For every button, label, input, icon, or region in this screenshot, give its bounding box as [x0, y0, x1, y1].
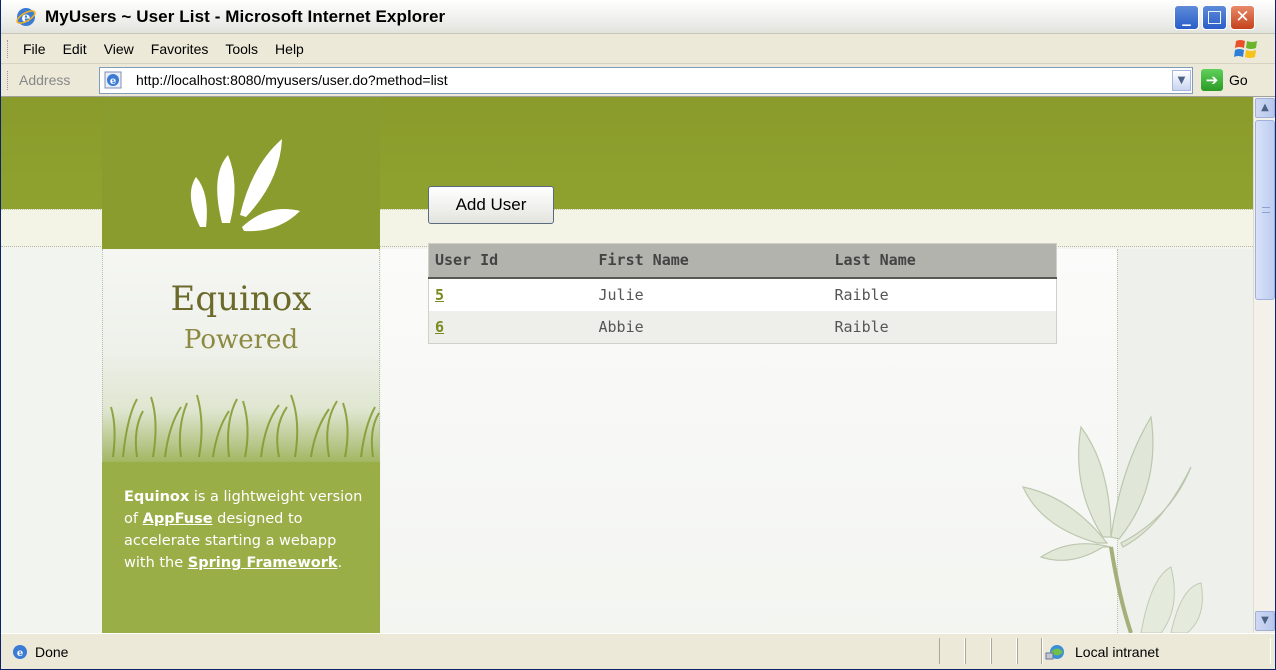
browser-window: e MyUsers ~ User List - Microsoft Intern… [0, 0, 1276, 670]
brand-subtitle: Powered [183, 325, 299, 355]
address-input[interactable]: e http://localhost:8080/myusers/user.do?… [99, 67, 1193, 94]
status-pane [1017, 638, 1043, 664]
spring-framework-link[interactable]: Spring Framework [188, 555, 338, 571]
maximize-icon: □ [1206, 7, 1223, 27]
table-row: 6 Abbie Raible [428, 310, 1057, 344]
address-bar: Address e http://localhost:8080/myusers/… [1, 64, 1275, 97]
leaf-logo-icon [190, 139, 300, 232]
ie-logo-icon: e [16, 8, 36, 26]
minimize-icon: _ [1182, 7, 1191, 27]
address-label: Address [19, 72, 71, 88]
appfuse-link[interactable]: AppFuse [143, 511, 213, 527]
vertical-scrollbar[interactable]: ▲ ▼ [1253, 97, 1275, 633]
chevron-down-icon[interactable]: ▼ [1172, 70, 1191, 91]
column-header-last-name[interactable]: Last Name [828, 243, 1057, 279]
logo-block [102, 97, 380, 249]
page-icon: e [104, 71, 122, 89]
description-panel: Equinox is a lightweight version of AppF… [102, 462, 380, 633]
local-intranet-icon [1045, 645, 1064, 660]
last-name-cell: Raible [828, 310, 1057, 344]
scroll-down-icon[interactable]: ▼ [1255, 611, 1275, 631]
thumb-grip [1262, 207, 1270, 213]
toolbar-grip[interactable] [7, 40, 10, 58]
go-arrow-icon: ➔ [1201, 69, 1223, 91]
menu-tools[interactable]: Tools [225, 41, 258, 57]
table-header-row: User Id First Name Last Name [428, 243, 1057, 279]
last-name-cell: Raible [828, 277, 1057, 311]
grass-illustration [110, 394, 380, 458]
menu-view[interactable]: View [104, 41, 134, 57]
page-viewport: Equinox Powered Equinox is a lightweight… [1, 97, 1275, 633]
menu-help[interactable]: Help [275, 41, 304, 57]
page-done-icon: e [13, 645, 27, 659]
desc-text: . [337, 555, 343, 571]
menu-favorites[interactable]: Favorites [151, 41, 209, 57]
toolbar-grip[interactable] [7, 71, 10, 90]
table-row: 5 Julie Raible [428, 277, 1057, 311]
svg-text:e: e [17, 648, 23, 659]
user-id-cell: 6 [428, 310, 593, 344]
go-label: Go [1229, 72, 1248, 88]
minimize-button[interactable]: _ [1174, 5, 1199, 30]
window-title: MyUsers ~ User List - Microsoft Internet… [45, 7, 446, 26]
status-text: Done [35, 644, 69, 660]
scroll-up-icon[interactable]: ▲ [1255, 98, 1275, 118]
zone-text: Local intranet [1075, 644, 1160, 660]
brand-panel: Equinox Powered [102, 249, 380, 479]
title-bar[interactable]: e MyUsers ~ User List - Microsoft Intern… [1, 0, 1275, 34]
users-table: User Id First Name Last Name 5 Julie Rai… [428, 243, 1057, 344]
brand-title: Equinox [170, 279, 312, 319]
maximize-button[interactable]: □ [1202, 5, 1227, 30]
menu-bar: File Edit View Favorites Tools Help [1, 34, 1275, 64]
user-id-cell: 5 [428, 277, 593, 311]
desc-brand: Equinox [124, 489, 190, 505]
lotus-flower-illustration [1021, 415, 1203, 633]
close-button[interactable]: ✕ [1230, 5, 1255, 30]
close-icon: ✕ [1235, 7, 1250, 27]
user-id-link[interactable]: 6 [435, 318, 444, 336]
first-name-cell: Julie [592, 277, 829, 311]
left-column: Equinox Powered Equinox is a lightweight… [102, 97, 380, 633]
menu-file[interactable]: File [23, 41, 46, 57]
column-header-first-name[interactable]: First Name [592, 243, 829, 279]
windows-flag-icon [1234, 40, 1257, 58]
first-name-cell: Abbie [592, 310, 829, 344]
status-pane [965, 638, 991, 664]
address-url: http://localhost:8080/myusers/user.do?me… [136, 72, 448, 88]
menu-edit[interactable]: Edit [63, 41, 87, 57]
status-bar: e Done Local intranet [1, 633, 1275, 669]
description-text: Equinox is a lightweight version of AppF… [124, 486, 364, 574]
go-button[interactable]: ➔ Go [1201, 69, 1261, 93]
user-id-link[interactable]: 5 [435, 286, 444, 304]
svg-text:e: e [110, 76, 116, 87]
column-header-user-id[interactable]: User Id [428, 243, 593, 279]
status-pane [939, 638, 965, 664]
scroll-thumb[interactable] [1255, 120, 1275, 300]
add-user-button[interactable]: Add User [428, 186, 554, 224]
status-pane [991, 638, 1017, 664]
